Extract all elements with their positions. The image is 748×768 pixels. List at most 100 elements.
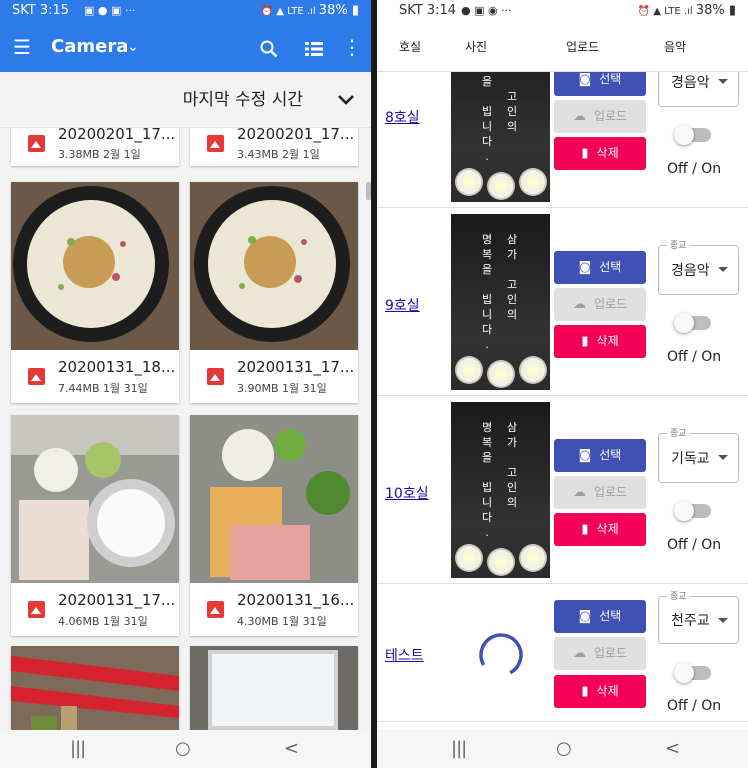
memorial-text-char: 의 bbox=[506, 120, 518, 133]
select-button[interactable]: ◙ 선택 bbox=[554, 600, 646, 633]
trash-icon: ▮ bbox=[581, 334, 589, 349]
chrysanthemum-image bbox=[455, 544, 483, 572]
image-file-icon bbox=[28, 135, 45, 152]
toggle-label: Off / On bbox=[667, 698, 722, 714]
home-button[interactable]: ○ bbox=[175, 730, 191, 768]
file-card[interactable] bbox=[11, 646, 179, 730]
image-file-icon bbox=[28, 368, 45, 385]
file-card[interactable] bbox=[190, 646, 358, 730]
status-time: SKT 3:14 bbox=[399, 3, 457, 18]
toggle-label: Off / On bbox=[667, 161, 722, 177]
status-battery: ⏰ ▲ LTE .ıl 38% ▮ bbox=[260, 3, 359, 18]
sort-label: 마지막 수정 시간 bbox=[182, 90, 303, 110]
menu-icon[interactable]: ☰ bbox=[8, 22, 36, 72]
file-card[interactable]: 20200131_17... 4.06MB 1월 31일 bbox=[11, 415, 179, 636]
select-button[interactable]: ◙ 선택 bbox=[554, 439, 646, 472]
memorial-text-char: 가 bbox=[506, 436, 518, 449]
on-off-toggle[interactable] bbox=[674, 501, 711, 521]
music-select[interactable]: 경음악 bbox=[658, 72, 739, 107]
file-card[interactable]: 20200201_17... 3.43MB 2월 1일 bbox=[190, 128, 358, 166]
room-link[interactable]: 9호실 bbox=[385, 295, 420, 315]
folder-title[interactable]: Camera bbox=[51, 22, 128, 72]
select-button[interactable]: ◙ 선택 bbox=[554, 72, 646, 96]
on-off-toggle[interactable] bbox=[674, 663, 711, 683]
signal-icon: ⏰ ▲ LTE .ıl bbox=[260, 6, 319, 17]
delete-button[interactable]: ▮ 삭제 bbox=[554, 137, 646, 170]
select-button[interactable]: ◙ 선택 bbox=[554, 251, 646, 284]
chrysanthemum-image bbox=[487, 172, 515, 200]
dropdown-arrow-icon bbox=[718, 455, 728, 460]
image-file-icon bbox=[207, 368, 224, 385]
file-name: 20200201_17... bbox=[58, 128, 176, 143]
music-select[interactable]: 종교 천주교 bbox=[658, 589, 739, 644]
back-button[interactable]: < bbox=[284, 730, 299, 768]
memorial-text-char: . bbox=[485, 526, 489, 539]
status-bar: SKT 3:14 ● ▣ ◉ ··· ⏰ ▲ LTE .ıl 38% ▮ bbox=[377, 0, 748, 22]
cloud-upload-icon: ☁ bbox=[572, 297, 586, 312]
loading-spinner-icon bbox=[479, 633, 523, 677]
chrysanthemum-image bbox=[519, 544, 547, 572]
trash-icon: ▮ bbox=[581, 522, 589, 537]
room-link[interactable]: 테스트 bbox=[385, 645, 424, 665]
file-card[interactable]: 20200201_17... 3.38MB 2월 1일 bbox=[11, 128, 179, 166]
memorial-text-char: 의 bbox=[506, 308, 518, 321]
on-off-toggle[interactable] bbox=[674, 125, 711, 145]
search-icon[interactable] bbox=[256, 22, 282, 72]
home-button[interactable]: ○ bbox=[556, 730, 572, 768]
file-name: 20200131_17... bbox=[237, 358, 355, 376]
memorial-text-char: 을 bbox=[481, 75, 493, 88]
file-name: 20200201_17... bbox=[237, 128, 355, 143]
music-select[interactable]: 종교 경음악 bbox=[658, 238, 739, 295]
more-options-icon[interactable]: ⋮ bbox=[340, 22, 364, 72]
upload-button[interactable]: ☁ 업로드 bbox=[554, 288, 646, 321]
cloud-upload-icon: ☁ bbox=[572, 109, 586, 124]
list-view-icon[interactable] bbox=[301, 22, 327, 72]
image-file-icon bbox=[207, 601, 224, 618]
status-battery: ⏰ ▲ LTE .ıl 38% ▮ bbox=[637, 3, 736, 18]
sort-chevron-icon[interactable] bbox=[337, 72, 355, 128]
notification-icons: ● ▣ ◉ ··· bbox=[461, 4, 512, 17]
room-link[interactable]: 8호실 bbox=[385, 107, 420, 127]
header-upload: 업로드 bbox=[566, 40, 600, 54]
sort-bar[interactable]: 마지막 수정 시간 bbox=[0, 72, 371, 128]
delete-button[interactable]: ▮ 삭제 bbox=[554, 513, 646, 546]
camera-icon: ◙ bbox=[578, 609, 592, 624]
photo-thumbnail bbox=[11, 646, 179, 730]
file-meta: 4.30MB 1월 31일 bbox=[237, 615, 327, 628]
cloud-upload-icon: ☁ bbox=[572, 646, 586, 661]
file-name: 20200131_16... bbox=[237, 591, 355, 609]
photo-thumbnail bbox=[190, 646, 358, 730]
room-table[interactable]: 8호실 명복을빕니다.삼가고인의 ◙선택 ☁업로드 ▮삭제 경음악 Off / … bbox=[377, 72, 748, 730]
file-card[interactable]: 20200131_16... 4.30MB 1월 31일 bbox=[190, 415, 358, 636]
room-row: 테스트 ◙ 선택 ☁ 업로드 ▮ 삭제 종교 천주교 Off / On bbox=[377, 584, 748, 722]
on-off-toggle[interactable] bbox=[674, 313, 711, 333]
music-select-value: 경음악 bbox=[671, 263, 710, 279]
upload-button[interactable]: ☁ 업로드 bbox=[554, 637, 646, 670]
memorial-photo: 명복을빕니다.삼가고인의 bbox=[451, 214, 550, 390]
chevron-down-icon[interactable]: ⌄ bbox=[120, 22, 146, 72]
upload-button[interactable]: ☁ 업로드 bbox=[554, 100, 646, 133]
file-card[interactable]: 20200131_18... 7.44MB 1월 31일 bbox=[11, 182, 179, 403]
delete-button[interactable]: ▮ 삭제 bbox=[554, 325, 646, 358]
memorial-text-char: 을 bbox=[481, 451, 493, 464]
back-button[interactable]: < bbox=[665, 730, 680, 768]
music-select-value: 천주교 bbox=[671, 613, 710, 629]
room-link[interactable]: 10호실 bbox=[385, 483, 429, 503]
chrysanthemum-image bbox=[487, 548, 515, 576]
music-select[interactable]: 종교 기독교 bbox=[658, 426, 739, 483]
cloud-upload-icon: ☁ bbox=[572, 485, 586, 500]
camera-icon: ◙ bbox=[578, 448, 592, 463]
file-meta: 7.44MB 1월 31일 bbox=[58, 382, 148, 395]
file-card[interactable]: 20200131_17... 3.90MB 1월 31일 bbox=[190, 182, 358, 403]
delete-button[interactable]: ▮ 삭제 bbox=[554, 675, 646, 708]
upload-button[interactable]: ☁ 업로드 bbox=[554, 476, 646, 509]
recent-apps-button[interactable]: ||| bbox=[451, 730, 467, 768]
photo-thumbnail bbox=[11, 182, 179, 350]
file-meta: 3.43MB 2월 1일 bbox=[237, 148, 320, 161]
recent-apps-button[interactable]: ||| bbox=[70, 730, 86, 768]
chrysanthemum-image bbox=[455, 356, 483, 384]
room-row: 10호실 명복을빕니다.삼가고인의 ◙ 선택 ☁ 업로드 ▮ 삭제 종교 기독교 Off… bbox=[377, 396, 748, 584]
file-grid[interactable]: 20200201_17... 3.38MB 2월 1일 20200201_17.… bbox=[0, 128, 371, 730]
memorial-text-char: . bbox=[485, 150, 489, 163]
chrysanthemum-image bbox=[455, 168, 483, 196]
